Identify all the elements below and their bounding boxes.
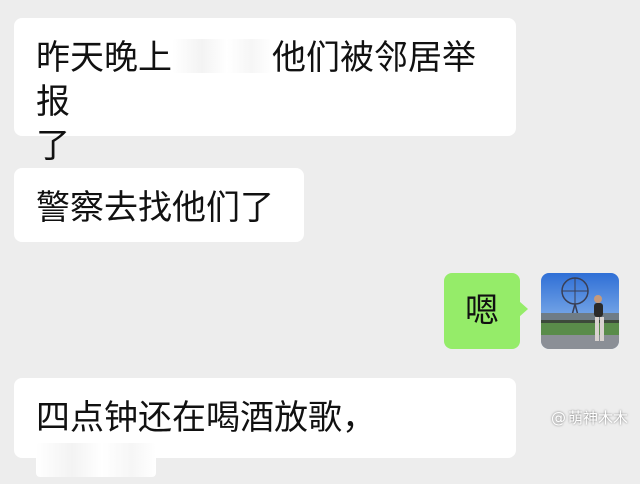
message-text-line: 四点钟还在喝酒放歌， [36, 396, 494, 484]
message-bubble-incoming[interactable]: 昨天晚上 他们被邻居举报 了 [14, 18, 516, 166]
message-bubble-incoming[interactable]: 警察去找他们了 [14, 168, 304, 242]
message-text: 警察去找他们了 [36, 188, 274, 228]
user-photo-avatar-icon [541, 273, 619, 349]
avatar[interactable] [541, 273, 619, 349]
redacted-text [172, 39, 272, 73]
message-text: 嗯 [465, 291, 499, 331]
watermark: @ 萌神木木 [551, 407, 628, 428]
message-bubble-incoming[interactable]: 四点钟还在喝酒放歌， [14, 378, 516, 477]
watermark-at-icon: @ [550, 409, 566, 427]
message-text-line: 了 [36, 126, 70, 166]
watermark-handle: 萌神木木 [567, 409, 628, 427]
message-text-line: 昨天晚上 他们被邻居举报 [36, 38, 476, 122]
message-bubble-outgoing[interactable]: 嗯 [444, 273, 528, 349]
redacted-text [36, 443, 156, 477]
